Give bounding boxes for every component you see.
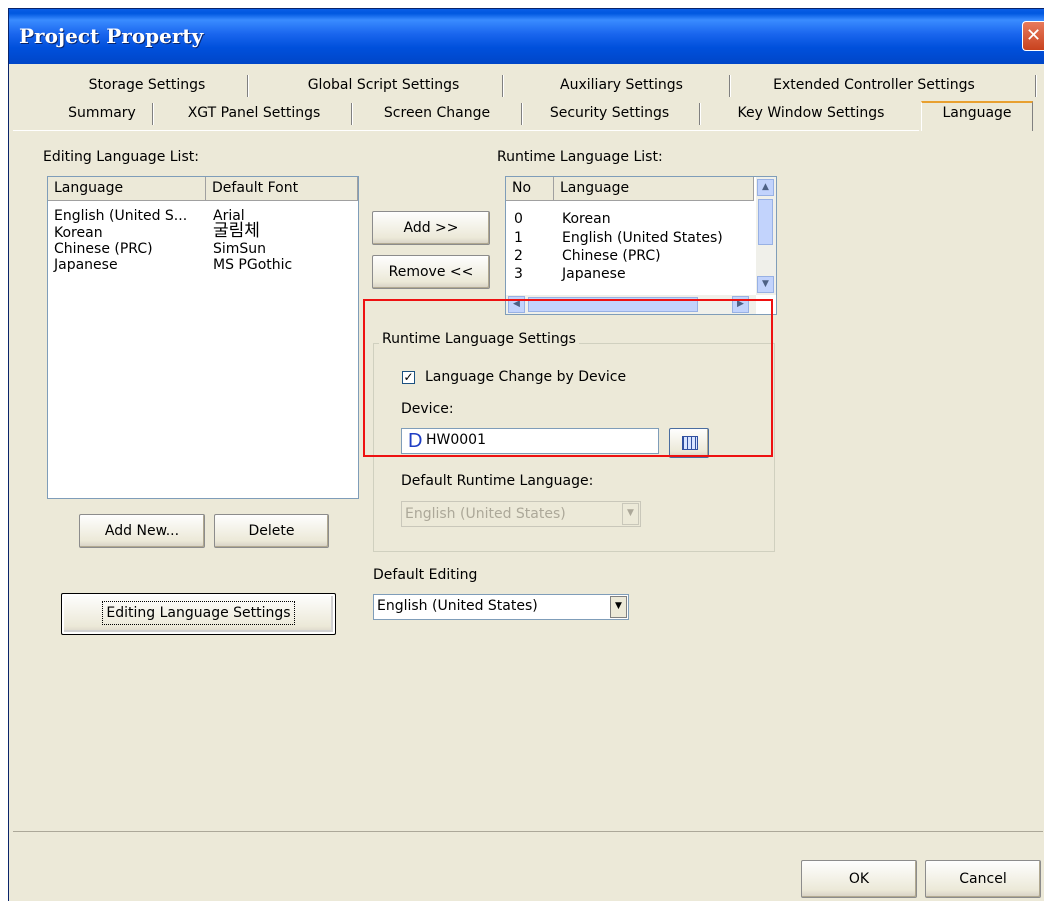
tab-extended-controller-settings[interactable]: Extended Controller Settings [749,77,999,93]
column-header-language[interactable]: Language [554,177,754,201]
chevron-down-icon: ▼ [622,503,639,525]
editing-language-settings-label: Editing Language Settings [102,601,295,625]
tab-storage-settings[interactable]: Storage Settings [67,77,227,93]
cancel-label: Cancel [959,871,1007,887]
scroll-up-icon[interactable]: ▲ [757,179,774,196]
default-runtime-language-value: English (United States) [405,506,566,522]
default-runtime-language-select: English (United States) ▼ [401,501,641,527]
window-title: Project Property [19,24,204,48]
language-cell: Chinese (PRC) [54,241,153,257]
tab-language[interactable]: Language [921,101,1033,131]
ok-button[interactable]: OK [801,860,917,898]
tab-separator [729,75,731,97]
language-cell: English (United S... [54,208,188,224]
font-cell: 굴림체 [213,221,260,241]
number-cell: 2 [514,248,523,264]
close-icon[interactable]: ✕ [1022,21,1044,51]
tab-auxiliary-settings[interactable]: Auxiliary Settings [539,77,704,93]
ok-label: OK [848,871,870,887]
language-cell: Japanese [562,266,626,282]
project-property-dialog: Project Property ✕ Storage Settings Glob… [8,8,1044,901]
editing-language-list[interactable]: Language Default Font English (United S.… [47,176,359,499]
default-runtime-language-label: Default Runtime Language: [401,473,594,489]
tab-separator [502,75,504,97]
add-new-label: Add New... [104,523,180,539]
font-cell: SimSun [213,241,267,257]
delete-language-button[interactable]: Delete [214,514,329,548]
column-header-language[interactable]: Language [48,177,206,201]
tab-security-settings[interactable]: Security Settings [537,105,682,121]
column-header-no[interactable]: No [506,177,554,201]
tab-xgt-panel-settings[interactable]: XGT Panel Settings [169,105,339,121]
add-button-label: Add >> [403,220,459,236]
number-cell: 3 [514,266,523,282]
remove-language-button[interactable]: Remove << [372,255,490,289]
editing-language-list-label: Editing Language List: [43,149,199,165]
language-cell: Japanese [54,257,118,273]
editing-language-settings-button[interactable]: Editing Language Settings [61,593,336,635]
language-cell: English (United States) [562,230,723,246]
tab-global-script-settings[interactable]: Global Script Settings [281,77,486,93]
language-cell: Korean [562,211,611,227]
tab-key-window-settings[interactable]: Key Window Settings [721,105,901,121]
scroll-down-icon[interactable]: ▼ [757,276,774,293]
tab-panel-top-line [13,130,919,131]
default-editing-value: English (United States) [377,598,538,614]
delete-label: Delete [248,523,295,539]
tab-separator [699,103,701,125]
add-language-button[interactable]: Add >> [372,211,490,245]
scroll-thumb[interactable] [758,199,773,245]
highlight-box [363,299,773,457]
column-header-default-font[interactable]: Default Font [206,177,358,201]
default-editing-label: Default Editing [373,567,478,583]
tab-summary[interactable]: Summary [57,105,147,121]
add-new-language-button[interactable]: Add New... [79,514,205,548]
number-cell: 1 [514,230,523,246]
chevron-down-icon[interactable]: ▼ [610,596,627,618]
runtime-language-list-label: Runtime Language List: [497,149,663,165]
default-editing-select[interactable]: English (United States) ▼ [373,594,629,620]
vertical-scrollbar[interactable]: ▲ ▼ [756,177,776,295]
language-cell: Korean [54,225,103,241]
runtime-language-list[interactable]: No Language 0 Korean 1 English (United S… [505,176,777,315]
font-cell: MS PGothic [213,257,293,273]
title-bar[interactable]: Project Property ✕ [9,9,1044,64]
remove-button-label: Remove << [388,264,474,280]
cancel-button[interactable]: Cancel [925,860,1041,898]
number-cell: 0 [514,211,523,227]
language-cell: Chinese (PRC) [562,248,661,264]
tab-screen-change[interactable]: Screen Change [367,105,507,121]
tab-separator [351,103,353,125]
tab-separator [521,103,523,125]
tab-separator [1035,75,1037,97]
tab-separator [247,75,249,97]
tab-separator [152,103,154,125]
bottom-divider [13,831,1043,832]
